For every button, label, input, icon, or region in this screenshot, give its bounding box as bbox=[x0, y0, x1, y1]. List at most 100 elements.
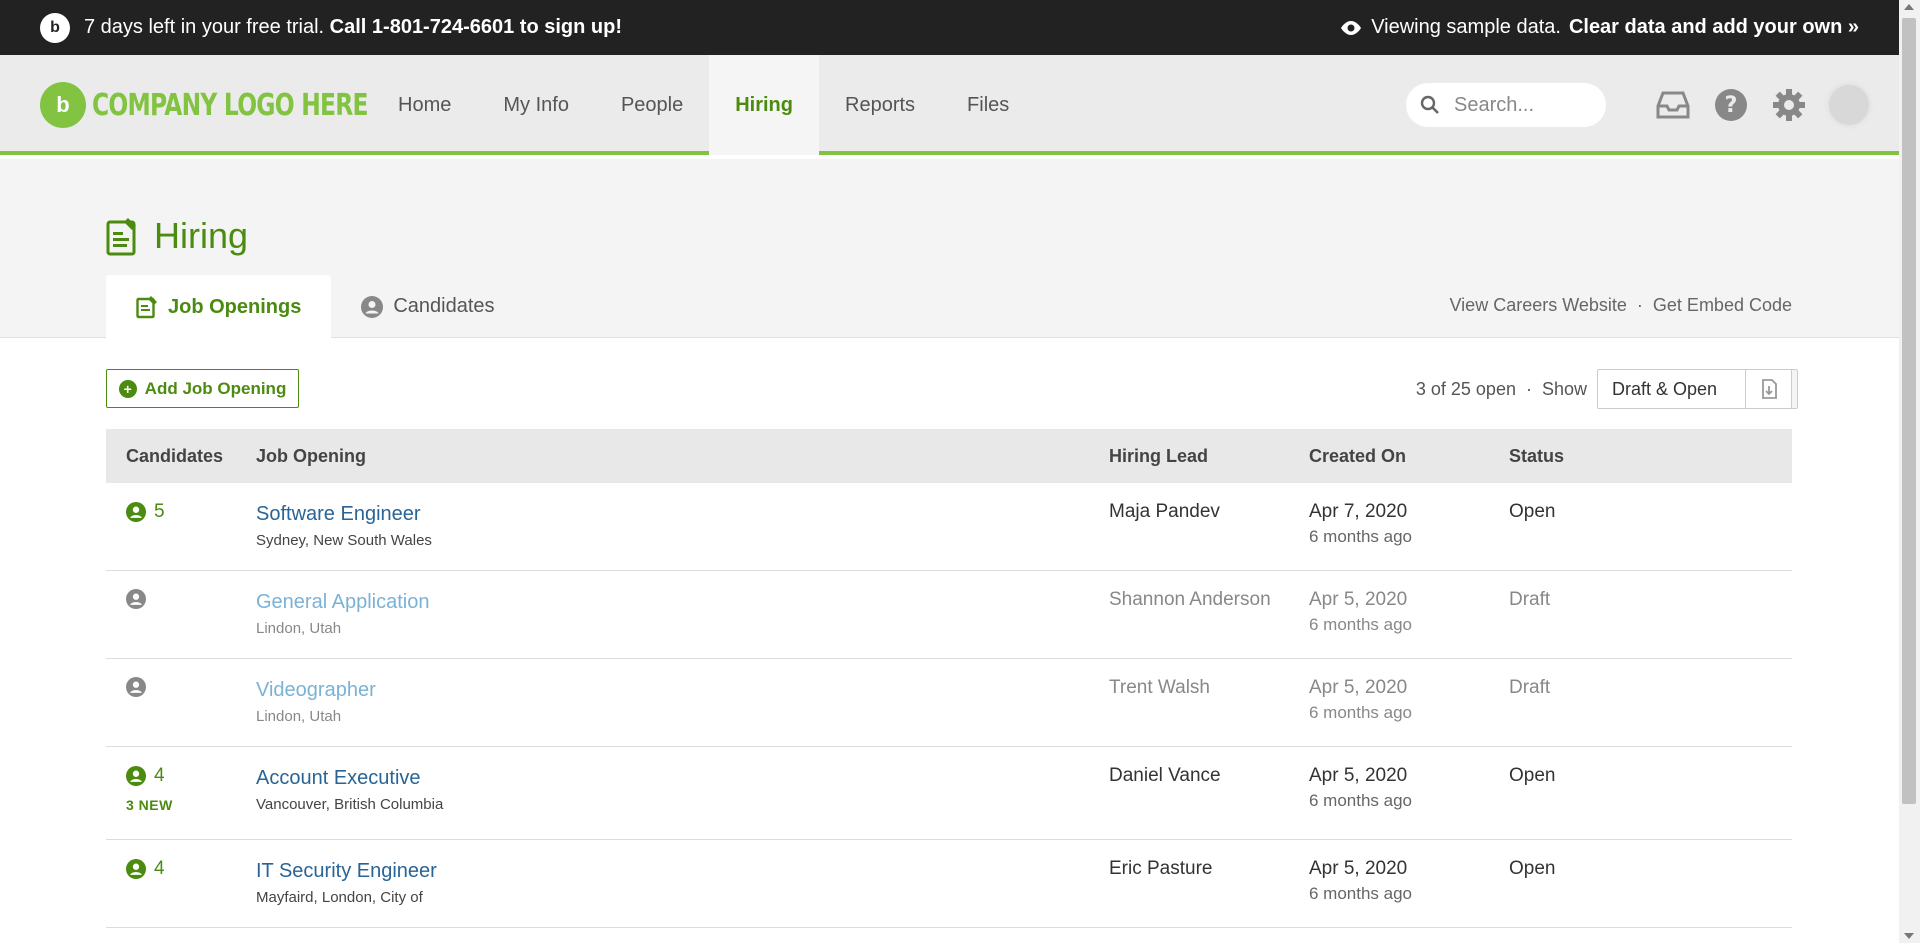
job-title-link[interactable]: IT Security Engineer bbox=[256, 860, 1109, 883]
created-date: Apr 5, 2020 bbox=[1309, 765, 1408, 786]
page-scrollbar[interactable] bbox=[1899, 0, 1920, 943]
created-date: Apr 5, 2020 bbox=[1309, 589, 1408, 610]
plus-circle-icon: + bbox=[118, 379, 137, 398]
main-nav: Home My Info People Hiring Reports Files bbox=[372, 55, 1035, 155]
candidate-count-value: 4 bbox=[154, 765, 165, 786]
person-icon bbox=[126, 677, 146, 697]
table-header: Candidates Job Opening Hiring Lead Creat… bbox=[106, 429, 1792, 483]
hiring-lead: Daniel Vance bbox=[1109, 765, 1221, 786]
col-candidates[interactable]: Candidates bbox=[106, 446, 256, 467]
nav-my-info[interactable]: My Info bbox=[477, 55, 595, 155]
inbox-icon[interactable] bbox=[1655, 87, 1691, 123]
person-icon bbox=[126, 859, 146, 879]
export-icon bbox=[1761, 379, 1777, 399]
clear-data-link[interactable]: Clear data and add your own » bbox=[1569, 16, 1859, 39]
job-title-link[interactable]: Software Engineer bbox=[256, 503, 1109, 526]
candidate-count[interactable]: 4 bbox=[126, 858, 256, 880]
page-title: Hiring bbox=[106, 215, 248, 257]
search-placeholder: Search... bbox=[1454, 93, 1535, 116]
svg-text:?: ? bbox=[1725, 93, 1738, 118]
col-created-on[interactable]: Created On bbox=[1309, 446, 1509, 467]
candidate-count[interactable]: 4 bbox=[126, 765, 256, 787]
person-icon bbox=[361, 295, 384, 318]
export-button[interactable] bbox=[1745, 369, 1792, 409]
company-logo-icon: b bbox=[40, 82, 86, 128]
hiring-lead: Shannon Anderson bbox=[1109, 589, 1271, 610]
user-avatar[interactable] bbox=[1829, 85, 1869, 125]
candidate-count[interactable]: 5 bbox=[126, 501, 256, 523]
job-openings-icon bbox=[136, 296, 157, 319]
status-value: Open bbox=[1509, 858, 1556, 879]
link-separator: · bbox=[1636, 295, 1643, 315]
nav-hiring[interactable]: Hiring bbox=[709, 55, 819, 155]
tab-job-openings-label: Job Openings bbox=[168, 295, 302, 318]
candidate-count-value: 4 bbox=[154, 858, 165, 879]
search-input[interactable]: Search... bbox=[1406, 83, 1606, 127]
col-hiring-lead[interactable]: Hiring Lead bbox=[1109, 446, 1309, 467]
job-location: Lindon, Utah bbox=[256, 708, 342, 725]
job-location: Vancouver, British Columbia bbox=[256, 796, 444, 813]
job-title-link[interactable]: General Application bbox=[256, 591, 1109, 614]
col-job-opening[interactable]: Job Opening bbox=[256, 446, 1109, 467]
trial-message: 7 days left in your free trial. Call 1-8… bbox=[84, 16, 622, 39]
company-logo-text: COMPANY LOGO HERE bbox=[92, 87, 368, 123]
nav-people[interactable]: People bbox=[595, 55, 709, 155]
status-value: Open bbox=[1509, 501, 1556, 522]
job-title-link[interactable]: Account Executive bbox=[256, 767, 1109, 790]
status-value: Open bbox=[1509, 765, 1556, 786]
table-row[interactable]: General Application Lindon, Utah Shannon… bbox=[106, 571, 1792, 659]
candidate-count bbox=[126, 677, 256, 697]
tab-job-openings[interactable]: Job Openings bbox=[106, 275, 332, 339]
sample-data-notice: Viewing sample data. Clear data and add … bbox=[1339, 16, 1859, 39]
nav-reports[interactable]: Reports bbox=[819, 55, 941, 155]
created-ago: 6 months ago bbox=[1309, 884, 1413, 903]
table-row[interactable]: 5 Software Engineer Sydney, New South Wa… bbox=[106, 483, 1792, 571]
col-status[interactable]: Status bbox=[1509, 446, 1792, 467]
created-ago: 6 months ago bbox=[1309, 791, 1413, 810]
hiring-tabs: Job Openings Candidates bbox=[106, 275, 525, 339]
bamboo-logo-icon: b bbox=[40, 13, 70, 43]
scrollbar-thumb[interactable] bbox=[1902, 18, 1916, 804]
job-title-link[interactable]: Videographer bbox=[256, 679, 1109, 702]
hiring-clipboard-icon bbox=[106, 218, 136, 256]
table-row[interactable]: 4 3 NEW Account Executive Vancouver, Bri… bbox=[106, 747, 1792, 840]
created-ago: 6 months ago bbox=[1309, 615, 1413, 634]
add-job-opening-button[interactable]: + Add Job Opening bbox=[106, 369, 299, 408]
table-row[interactable]: 4 IT Security Engineer Mayfaird, London,… bbox=[106, 840, 1792, 928]
hiring-lead: Maja Pandev bbox=[1109, 501, 1220, 522]
table-row[interactable]: Videographer Lindon, Utah Trent Walsh Ap… bbox=[106, 659, 1792, 747]
help-icon[interactable]: ? bbox=[1713, 87, 1749, 123]
tab-candidates[interactable]: Candidates bbox=[331, 275, 524, 338]
career-links: View Careers Website · Get Embed Code bbox=[1450, 295, 1793, 316]
candidate-count bbox=[126, 589, 256, 609]
eye-icon bbox=[1341, 20, 1362, 35]
scroll-up-arrow-icon[interactable] bbox=[1904, 4, 1914, 10]
trial-call-link[interactable]: Call 1-801-724-6601 to sign up! bbox=[330, 16, 622, 38]
nav-home[interactable]: Home bbox=[372, 55, 477, 155]
trial-banner: b 7 days left in your free trial. Call 1… bbox=[0, 0, 1899, 55]
trial-days-text: 7 days left in your free trial. bbox=[84, 16, 325, 38]
created-date: Apr 7, 2020 bbox=[1309, 501, 1408, 522]
hiring-lead: Eric Pasture bbox=[1109, 858, 1213, 879]
view-careers-website-link[interactable]: View Careers Website bbox=[1450, 295, 1627, 316]
candidate-count-value: 5 bbox=[154, 501, 165, 522]
page-title-area: Hiring Job Openings Candidates View Care… bbox=[0, 159, 1899, 339]
hiring-lead: Trent Walsh bbox=[1109, 677, 1211, 698]
person-icon bbox=[126, 502, 146, 522]
created-ago: 6 months ago bbox=[1309, 527, 1413, 546]
nav-files[interactable]: Files bbox=[941, 55, 1035, 155]
openings-filter: 3 of 25 open · Show Draft & Open bbox=[1416, 369, 1798, 409]
new-candidates-badge[interactable]: 3 NEW bbox=[126, 797, 256, 813]
tab-candidates-label: Candidates bbox=[393, 295, 495, 317]
settings-gear-icon[interactable] bbox=[1771, 87, 1807, 123]
get-embed-code-link[interactable]: Get Embed Code bbox=[1653, 295, 1792, 316]
created-date: Apr 5, 2020 bbox=[1309, 858, 1408, 879]
page-title-text: Hiring bbox=[154, 215, 249, 256]
person-icon bbox=[126, 589, 146, 609]
top-header: b COMPANY LOGO HERE Home My Info People … bbox=[0, 55, 1899, 155]
scroll-down-arrow-icon[interactable] bbox=[1904, 933, 1914, 939]
job-openings-table: Candidates Job Opening Hiring Lead Creat… bbox=[106, 429, 1792, 928]
created-date: Apr 5, 2020 bbox=[1309, 677, 1408, 698]
sample-data-text: Viewing sample data. bbox=[1371, 16, 1561, 38]
add-job-opening-label: Add Job Opening bbox=[144, 378, 287, 398]
